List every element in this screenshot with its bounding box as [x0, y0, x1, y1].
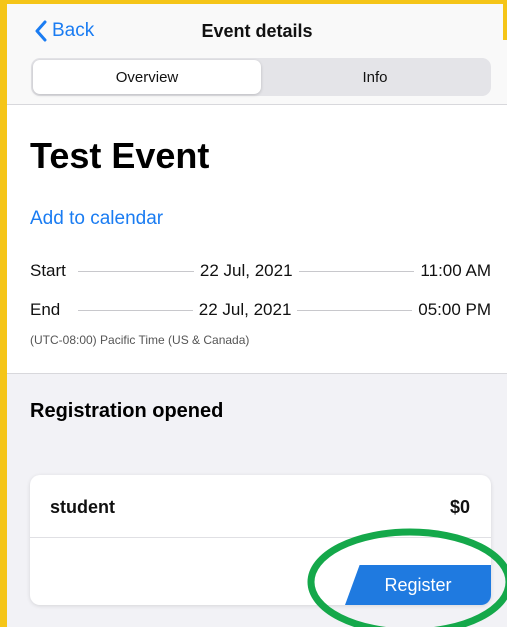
- event-title: Test Event: [30, 135, 210, 176]
- register-button[interactable]: Register: [345, 565, 491, 605]
- divider-line: [298, 270, 415, 272]
- frame-border-left: [0, 0, 7, 627]
- tab-info[interactable]: Info: [261, 60, 489, 94]
- end-time: 05:00 PM: [418, 300, 491, 319]
- start-label: Start: [30, 261, 66, 280]
- tab-overview[interactable]: Overview: [33, 60, 261, 94]
- start-time: 11:00 AM: [420, 261, 491, 280]
- divider-line: [297, 309, 413, 311]
- frame-border-right: [503, 0, 507, 40]
- timezone-text: (UTC-08:00) Pacific Time (US & Canada): [30, 333, 250, 347]
- page-title: Event details: [201, 21, 313, 41]
- card-divider: [30, 537, 491, 538]
- end-date: 22 Jul, 2021: [198, 300, 292, 319]
- navigation-bar: Back Event details Overview Info: [7, 4, 507, 105]
- app-frame: Back Event details Overview Info Test Ev…: [0, 0, 507, 627]
- start-row: Start 22 Jul, 2021 11:00 AM: [30, 261, 491, 281]
- registration-status: Registration opened: [30, 400, 224, 422]
- ticket-card: student $0 Register: [30, 475, 491, 605]
- end-label: End: [30, 300, 61, 319]
- frame-border-top: [0, 0, 507, 4]
- divider-line: [78, 270, 194, 272]
- add-to-calendar-link[interactable]: Add to calendar: [30, 208, 163, 230]
- start-date: 22 Jul, 2021: [199, 261, 293, 280]
- ticket-price: $0: [449, 497, 470, 517]
- registration-section: Registration opened student $0 Register: [7, 374, 507, 627]
- ticket-name: student: [50, 497, 115, 517]
- end-row: End 22 Jul, 2021 05:00 PM: [30, 300, 491, 320]
- divider-line: [78, 309, 193, 311]
- tab-segmented-control: Overview Info: [31, 58, 491, 96]
- event-overview: Test Event Add to calendar Start 22 Jul,…: [7, 105, 507, 374]
